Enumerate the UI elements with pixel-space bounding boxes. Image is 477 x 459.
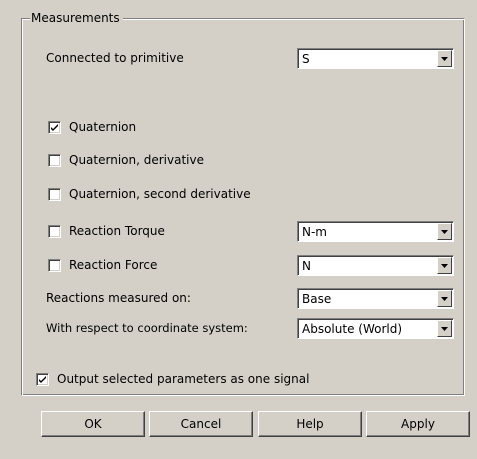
reaction-force-unit-value: N xyxy=(302,259,311,273)
reactions-measured-value: Base xyxy=(302,292,332,306)
measurements-groupbox xyxy=(21,18,465,396)
coordinate-system-label: With respect to coordinate system: xyxy=(46,321,248,335)
chevron-down-icon[interactable] xyxy=(437,257,452,274)
checkmark-icon xyxy=(51,124,58,131)
chevron-down-icon[interactable] xyxy=(437,320,452,337)
reaction-torque-unit-value: N-m xyxy=(302,225,327,239)
reaction-torque-unit-select[interactable]: N-m xyxy=(297,221,454,242)
quaternion-derivative-label: Quaternion, derivative xyxy=(69,153,204,167)
reaction-torque-label: Reaction Torque xyxy=(69,224,165,238)
connected-primitive-select[interactable]: S xyxy=(297,48,454,69)
coordinate-system-value: Absolute (World) xyxy=(302,322,403,336)
connected-primitive-label: Connected to primitive xyxy=(46,51,184,65)
connected-primitive-value: S xyxy=(302,52,310,66)
output-one-signal-checkbox[interactable] xyxy=(36,373,49,386)
quaternion-second-derivative-label: Quaternion, second derivative xyxy=(69,187,251,201)
chevron-down-icon[interactable] xyxy=(437,50,452,67)
chevron-down-icon[interactable] xyxy=(437,290,452,307)
checkmark-icon xyxy=(39,376,46,383)
coordinate-system-select[interactable]: Absolute (World) xyxy=(297,318,454,339)
quaternion-label: Quaternion xyxy=(69,120,137,134)
ok-button[interactable]: OK xyxy=(41,411,145,437)
chevron-down-icon[interactable] xyxy=(437,223,452,240)
apply-button[interactable]: Apply xyxy=(366,411,470,437)
reaction-force-unit-select[interactable]: N xyxy=(297,255,454,276)
reactions-measured-label: Reactions measured on: xyxy=(46,291,191,305)
quaternion-checkbox[interactable] xyxy=(48,121,61,134)
cancel-button[interactable]: Cancel xyxy=(149,411,253,437)
reaction-force-checkbox[interactable] xyxy=(48,259,61,272)
output-one-signal-label: Output selected parameters as one signal xyxy=(57,372,310,386)
measurements-title: Measurements xyxy=(30,10,123,26)
reaction-force-label: Reaction Force xyxy=(69,258,158,272)
help-button[interactable]: Help xyxy=(258,411,362,437)
quaternion-second-derivative-checkbox[interactable] xyxy=(48,188,61,201)
reactions-measured-select[interactable]: Base xyxy=(297,288,454,309)
quaternion-derivative-checkbox[interactable] xyxy=(48,154,61,167)
reaction-torque-checkbox[interactable] xyxy=(48,225,61,238)
